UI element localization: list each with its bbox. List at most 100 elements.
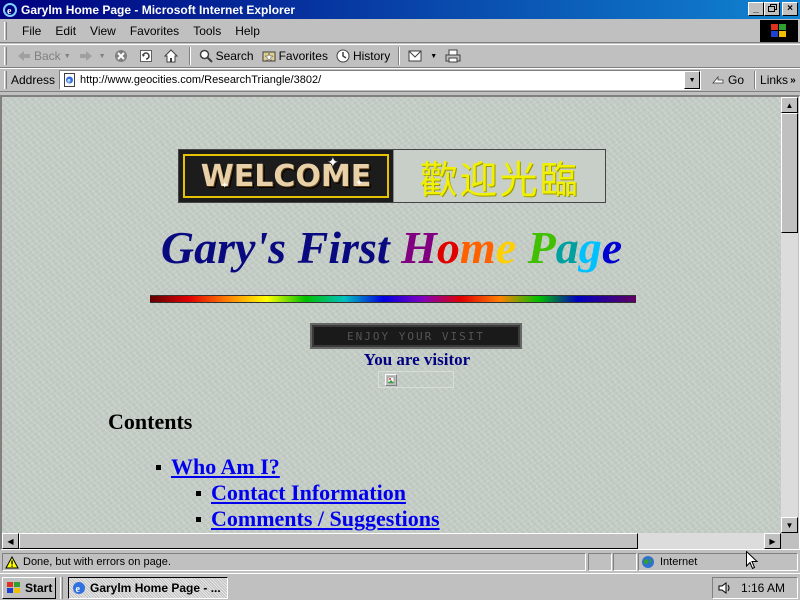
menu-favorites[interactable]: Favorites: [123, 22, 186, 40]
mouse-cursor-icon: [746, 550, 759, 573]
chevron-down-icon: ▼: [688, 76, 696, 84]
menu-grip[interactable]: [4, 21, 7, 40]
menu-file[interactable]: File: [15, 22, 48, 40]
taskbar-ie-window[interactable]: e Garylm Home Page - ...: [68, 577, 228, 599]
visitor-label: You are visitor: [363, 350, 471, 369]
toolbar-separator: [398, 47, 401, 65]
close-button[interactable]: ×: [782, 2, 798, 16]
go-arrow-icon: [711, 73, 725, 87]
svg-text:e: e: [7, 6, 12, 17]
address-url: http://www.geocities.com/ResearchTriangl…: [80, 74, 322, 86]
horizontal-scrollbar[interactable]: ◀ ▶: [2, 533, 781, 549]
status-panel: [588, 553, 612, 571]
mail-dropdown-icon[interactable]: ▼: [430, 53, 437, 60]
search-button[interactable]: Search: [195, 46, 258, 66]
home-button[interactable]: [160, 46, 185, 66]
taskbar: Start e Garylm Home Page - ... 1:16 AM: [0, 573, 800, 600]
links-button[interactable]: Links: [760, 73, 788, 87]
scroll-down-button[interactable]: ▼: [781, 517, 798, 533]
search-icon: [199, 49, 213, 63]
menu-tools[interactable]: Tools: [186, 22, 228, 40]
web-page[interactable]: WELCOME ✦ ✦ ✦ 歡迎光臨 Gary's First Home Pag…: [2, 97, 781, 533]
ie-logo-icon: e: [72, 581, 86, 595]
horizontal-scroll-thumb[interactable]: [19, 533, 638, 549]
scroll-corner: [781, 533, 798, 549]
back-dropdown-icon[interactable]: ▼: [64, 53, 71, 60]
speaker-icon[interactable]: [717, 581, 731, 595]
taskbar-grip: [60, 577, 63, 599]
zone-text: Internet: [660, 556, 698, 568]
title-space: [516, 222, 528, 273]
scroll-right-button[interactable]: ▶: [764, 533, 781, 549]
welcome-banner: WELCOME ✦ ✦ ✦ 歡迎光臨: [178, 149, 606, 203]
window-title: Garylm Home Page - Microsoft Internet Ex…: [21, 2, 296, 17]
scroll-left-button[interactable]: ◀: [2, 533, 19, 549]
arrow-up-icon: ▲: [785, 100, 794, 110]
print-icon: [445, 49, 461, 63]
toolbar-separator: [188, 47, 191, 65]
comments-suggestions-link[interactable]: Comments / Suggestions: [211, 506, 440, 532]
vertical-scroll-thumb[interactable]: [781, 113, 798, 233]
menu-view[interactable]: View: [83, 22, 123, 40]
title-letter: g: [578, 222, 602, 273]
stop-button[interactable]: [110, 46, 135, 66]
welcome-chinese-text: 歡迎光臨: [419, 157, 580, 202]
task-label: Garylm Home Page - ...: [90, 581, 221, 595]
print-button[interactable]: [441, 46, 468, 66]
title-letter: e: [495, 222, 517, 273]
address-grip[interactable]: [4, 71, 7, 89]
toolbar-grip[interactable]: [4, 47, 7, 65]
title-letter: a: [555, 222, 579, 273]
list-item: Contact Information: [196, 480, 406, 506]
who-am-i-link[interactable]: Who Am I?: [171, 454, 280, 480]
start-button[interactable]: Start: [2, 577, 56, 599]
system-tray: 1:16 AM: [712, 577, 798, 599]
close-icon: ×: [787, 3, 793, 14]
links-more-icon[interactable]: »: [790, 75, 796, 86]
list-item: Comments / Suggestions: [196, 506, 440, 532]
title-letter: H: [401, 222, 437, 273]
contact-information-link[interactable]: Contact Information: [211, 480, 406, 506]
forward-dropdown-icon[interactable]: ▼: [99, 53, 106, 60]
menu-help[interactable]: Help: [228, 22, 267, 40]
sparkle-icon: ✦: [355, 178, 364, 189]
minimize-button[interactable]: _: [748, 2, 764, 16]
security-zone-panel: Internet: [638, 553, 798, 571]
scroll-up-button[interactable]: ▲: [781, 97, 798, 113]
favorites-icon: [262, 49, 276, 63]
marquee-banner: ENJOY YOUR VISIT: [310, 323, 522, 349]
refresh-icon: [139, 49, 153, 63]
back-button[interactable]: Back ▼: [13, 46, 75, 66]
favorites-button[interactable]: Favorites: [258, 46, 332, 66]
minimize-icon: _: [753, 3, 759, 14]
arrow-right-icon: ▶: [769, 536, 776, 546]
go-button[interactable]: Go: [711, 73, 744, 87]
broken-image-icon: [385, 373, 397, 386]
history-button[interactable]: History: [332, 46, 394, 66]
history-label: History: [352, 49, 391, 63]
refresh-button[interactable]: [135, 46, 160, 66]
bullet: [196, 490, 201, 496]
vertical-scrollbar[interactable]: ▲ ▼: [781, 97, 798, 533]
address-input[interactable]: e http://www.geocities.com/ResearchTrian…: [59, 70, 702, 90]
bullet: [196, 516, 201, 522]
start-label: Start: [25, 581, 53, 595]
forward-button[interactable]: ▼: [75, 46, 110, 66]
contents-heading: Contents: [108, 409, 193, 434]
menu-edit[interactable]: Edit: [48, 22, 83, 40]
rainbow-divider: [150, 295, 636, 303]
warning-icon[interactable]: [5, 555, 19, 569]
mail-button[interactable]: ▼: [404, 46, 441, 66]
visitor-counter: [378, 371, 454, 388]
maximize-button[interactable]: [764, 2, 780, 16]
title-letter: o: [436, 222, 460, 273]
clock[interactable]: 1:16 AM: [741, 581, 785, 595]
go-label: Go: [728, 73, 745, 87]
back-arrow-icon: [17, 50, 31, 62]
favorites-label: Favorites: [278, 49, 328, 63]
marquee-text: ENJOY YOUR VISIT: [347, 329, 485, 343]
address-dropdown-button[interactable]: ▼: [684, 71, 701, 89]
list-item: Who Am I?: [156, 454, 280, 480]
welcome-image: WELCOME ✦ ✦ ✦: [179, 150, 393, 202]
links-separator: [754, 71, 757, 89]
